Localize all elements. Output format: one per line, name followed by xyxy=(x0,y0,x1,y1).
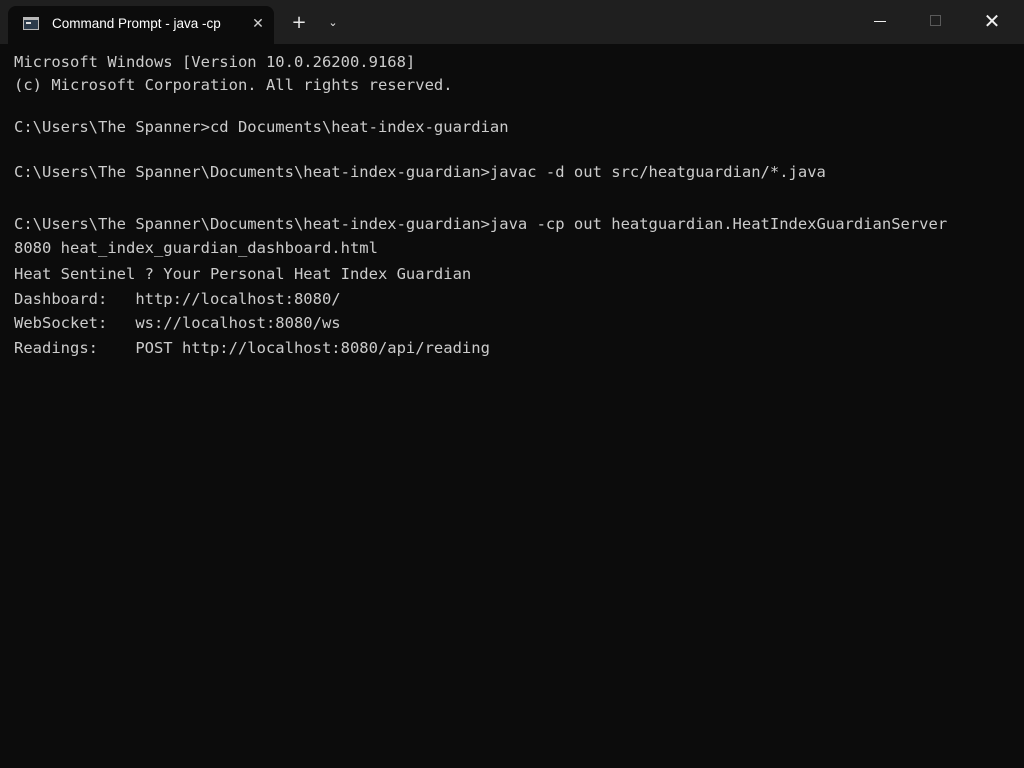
tab-command-prompt[interactable]: Command Prompt - java -cp ✕ xyxy=(8,6,274,44)
console-line: 8080 heat_index_guardian_dashboard.html xyxy=(14,239,378,257)
maximize-button[interactable] xyxy=(908,0,964,44)
console-output[interactable]: Microsoft Windows [Version 10.0.26200.91… xyxy=(0,44,1024,768)
close-window-button[interactable]: ✕ xyxy=(964,0,1020,44)
minimize-button[interactable] xyxy=(852,0,908,44)
tab-title: Command Prompt - java -cp xyxy=(52,16,221,31)
close-icon: ✕ xyxy=(983,9,1001,33)
console-line: Readings: POST http://localhost:8080/api… xyxy=(14,339,490,357)
close-tab-button[interactable]: ✕ xyxy=(248,14,268,34)
maximize-icon xyxy=(930,15,941,26)
console-line: Heat Sentinel ? Your Personal Heat Index… xyxy=(14,265,472,283)
terminal-window: Command Prompt - java -cp ✕ + ⌄ ✕ Micros… xyxy=(0,0,1024,768)
minimize-icon xyxy=(874,21,886,22)
console-line: Dashboard: http://localhost:8080/ xyxy=(14,290,341,308)
console-line: C:\Users\The Spanner\Documents\heat-inde… xyxy=(14,215,948,233)
console-line: Microsoft Windows [Version 10.0.26200.91… xyxy=(14,53,416,71)
console-line: C:\Users\The Spanner\Documents\heat-inde… xyxy=(14,163,826,181)
chevron-down-icon[interactable]: ⌄ xyxy=(322,12,344,34)
title-bar[interactable]: Command Prompt - java -cp ✕ + ⌄ ✕ xyxy=(0,0,1024,44)
new-tab-button[interactable]: + xyxy=(288,12,310,34)
console-line: C:\Users\The Spanner>cd Documents\heat-i… xyxy=(14,118,509,136)
terminal-icon xyxy=(23,17,39,30)
console-line: WebSocket: ws://localhost:8080/ws xyxy=(14,314,341,332)
console-line: (c) Microsoft Corporation. All rights re… xyxy=(14,76,453,94)
